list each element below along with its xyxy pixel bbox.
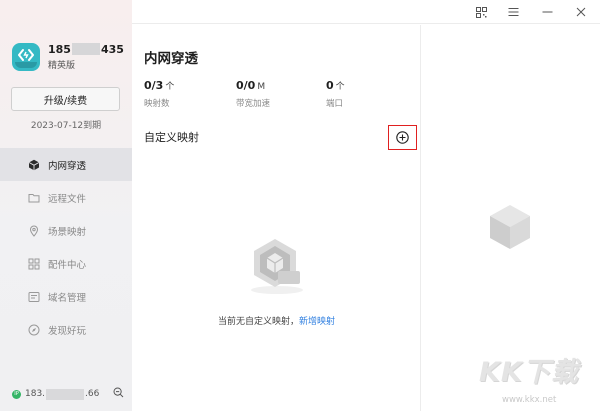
stat-unit: 个 bbox=[165, 82, 175, 92]
ip-prefix: 183. bbox=[25, 389, 46, 399]
empty-state-message: 当前无自定义映射，新增映射 bbox=[132, 314, 421, 327]
stat-label: 带宽加速 bbox=[236, 99, 271, 109]
close-icon[interactable] bbox=[575, 6, 587, 18]
sidebar-item-label: 远程文件 bbox=[48, 193, 87, 205]
sidebar-item-scene-mapping[interactable]: 场景映射 bbox=[0, 214, 132, 247]
sidebar-item-label: 域名管理 bbox=[48, 292, 87, 304]
phone-mask bbox=[71, 43, 100, 55]
section-title: 自定义映射 bbox=[144, 131, 199, 144]
folder-icon bbox=[28, 192, 40, 204]
empty-state-text: 当前无自定义映射， bbox=[217, 317, 299, 327]
stat-bandwidth: 0/0 M 带宽加速 bbox=[236, 79, 270, 109]
main-panel: 内网穿透 0/3 个 映射数 0/0 M 带宽加速 0个 端口 自定义映射 当前无自… bbox=[132, 25, 421, 411]
grid-icon bbox=[28, 258, 40, 270]
stat-unit: 个 bbox=[335, 82, 345, 92]
sidebar-item-label: 内网穿透 bbox=[48, 160, 87, 172]
cube-icon bbox=[28, 159, 40, 171]
stat-mappings: 0/3 个 映射数 bbox=[144, 79, 174, 109]
stat-label: 映射数 bbox=[144, 99, 170, 109]
minimize-icon[interactable] bbox=[541, 6, 553, 18]
sidebar-item-domain[interactable]: 域名管理 bbox=[0, 280, 132, 313]
page-title: 内网穿透 bbox=[144, 51, 198, 67]
user-profile[interactable]: 185 435 精英版 bbox=[12, 42, 124, 71]
map-pin-icon bbox=[28, 225, 40, 237]
app-logo-icon bbox=[18, 48, 34, 61]
expiry-date: 2023-07-12到期 bbox=[30, 121, 102, 131]
sidebar-nav: 内网穿透 远程文件 场景映射 配件中心 域名管理 发现好玩 bbox=[0, 148, 132, 346]
stat-value: 0 bbox=[326, 79, 334, 92]
menu-icon[interactable] bbox=[507, 6, 519, 18]
upgrade-button[interactable]: 升级/续费 bbox=[11, 87, 120, 111]
stat-value: 0/3 bbox=[144, 79, 164, 92]
compass-icon bbox=[28, 324, 40, 336]
sidebar-item-label: 配件中心 bbox=[48, 259, 87, 271]
ip-badge: IP bbox=[12, 389, 21, 399]
stat-value: 0/0 bbox=[236, 79, 256, 92]
ip-suffix: .66 bbox=[85, 389, 100, 399]
zoom-out-icon[interactable] bbox=[113, 387, 124, 401]
sidebar-item-intranet[interactable]: 内网穿透 bbox=[0, 148, 132, 181]
watermark-url: www.kkx.net bbox=[502, 395, 557, 405]
ip-footer: IP 183. .66 bbox=[12, 387, 124, 401]
sidebar-item-remote-files[interactable]: 远程文件 bbox=[0, 181, 132, 214]
ip-mask bbox=[46, 388, 85, 400]
plus-circle-icon bbox=[396, 131, 409, 144]
user-tier: 精英版 bbox=[48, 61, 76, 71]
sidebar-item-label: 场景映射 bbox=[48, 226, 87, 238]
sidebar-item-label: 发现好玩 bbox=[48, 325, 87, 337]
sidebar-item-accessories[interactable]: 配件中心 bbox=[0, 247, 132, 280]
domain-icon bbox=[28, 291, 40, 303]
phone-prefix: 185 bbox=[48, 42, 71, 56]
empty-state-illustration bbox=[250, 233, 304, 299]
stat-ports: 0个 端口 bbox=[326, 79, 345, 109]
phone-suffix: 435 bbox=[100, 42, 124, 56]
add-mapping-link[interactable]: 新增映射 bbox=[299, 317, 335, 327]
sidebar: 185 435 精英版 升级/续费 2023-07-12到期 内网穿透 远程文件 bbox=[0, 0, 132, 411]
add-mapping-button[interactable] bbox=[388, 125, 417, 150]
sidebar-item-discover[interactable]: 发现好玩 bbox=[0, 313, 132, 346]
title-bar bbox=[132, 0, 600, 24]
stat-label: 端口 bbox=[326, 99, 344, 109]
qrcode-icon[interactable] bbox=[475, 6, 487, 18]
cube-placeholder-icon bbox=[488, 203, 532, 255]
detail-panel: KK下载 www.kkx.net bbox=[422, 25, 600, 411]
avatar[interactable] bbox=[12, 42, 40, 71]
user-phone: 185 435 bbox=[48, 42, 124, 56]
stat-unit: M bbox=[257, 82, 266, 92]
watermark-logo: KK下载 bbox=[479, 357, 579, 388]
